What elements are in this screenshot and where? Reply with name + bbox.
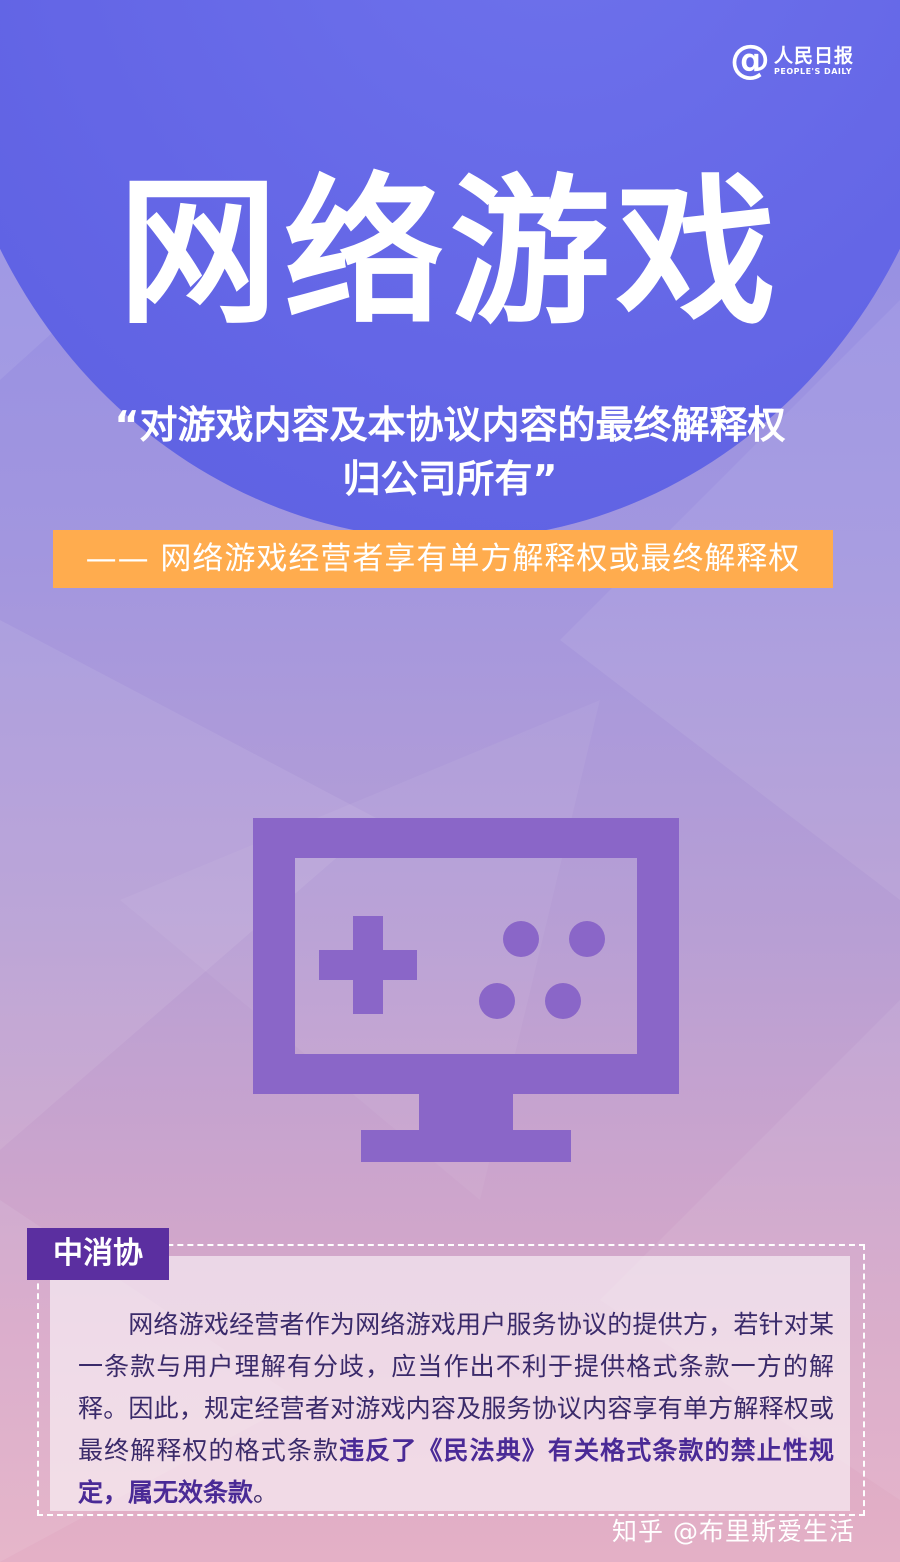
page-title: 网络游戏 <box>117 159 782 346</box>
quote: “对游戏内容及本协议内容的最终解释权 归公司所有” <box>40 398 860 506</box>
subtitle-banner: —— 网络游戏经营者享有单方解释权或最终解释权 <box>53 530 833 588</box>
game-monitor-icon <box>253 818 679 1162</box>
watermark: 知乎 @布里斯爱生活 <box>612 1517 855 1546</box>
at-icon: @ <box>730 37 770 83</box>
source-tag: 中消协 <box>27 1228 169 1280</box>
poster: @ 人民日报 PEOPLE'S DAILY 网络游戏 “对游戏内容及本协议内容的… <box>0 0 900 1562</box>
body-text: 网络游戏经营者作为网络游戏用户服务协议的提供方，若针对某一条款与用户理解有分歧，… <box>78 1304 834 1514</box>
logo-cn: 人民日报 <box>774 44 855 67</box>
quote-line-1: “对游戏内容及本协议内容的最终解释权 <box>114 403 786 447</box>
body-end: 。 <box>253 1478 279 1507</box>
quote-line-2: 归公司所有” <box>342 457 558 501</box>
logo-en: PEOPLE'S DAILY <box>774 66 853 76</box>
people-daily-logo: @ 人民日报 PEOPLE'S DAILY <box>730 40 854 80</box>
